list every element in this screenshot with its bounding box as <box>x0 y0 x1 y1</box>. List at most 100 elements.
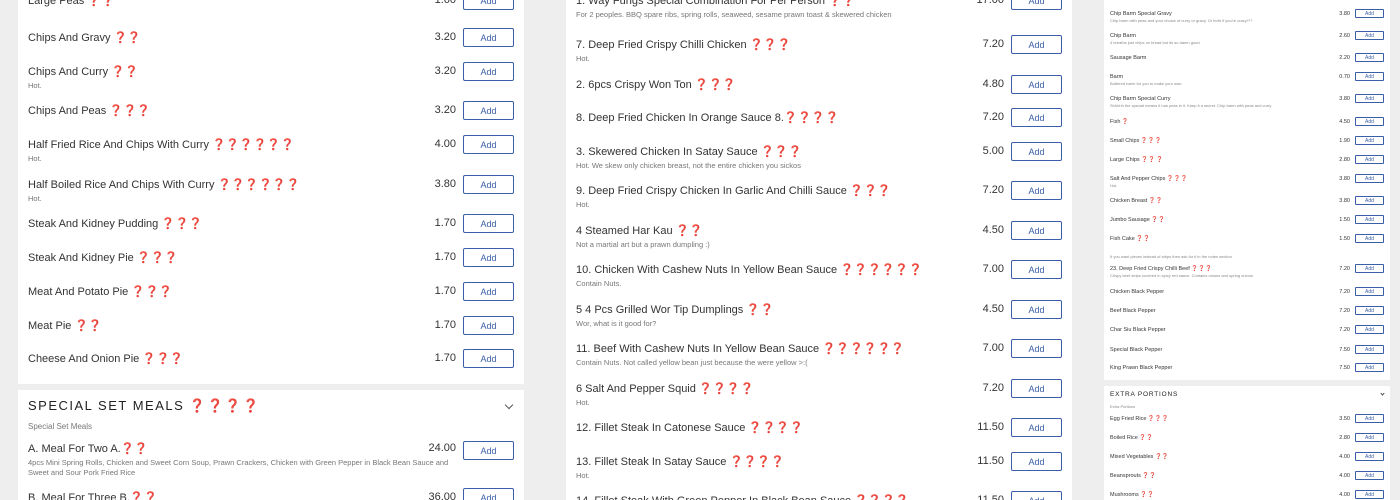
add-button[interactable]: Add <box>1355 306 1384 315</box>
add-button[interactable]: Add <box>1355 287 1384 296</box>
section-title[interactable]: EXTRA PORTIONS <box>1110 391 1178 398</box>
item-description: Contain Nuts. <box>576 279 622 288</box>
item-description: Hot. <box>1110 183 1118 188</box>
add-button[interactable]: Add <box>1355 345 1384 354</box>
item-price: 7.20 <box>982 111 1004 123</box>
add-button[interactable]: Add <box>1011 491 1062 500</box>
add-button[interactable]: Add <box>1011 142 1062 161</box>
item-price: 17.00 <box>976 0 1004 6</box>
menu-item: Chips And Gravy ❓❓ 3.20 Add <box>28 28 514 47</box>
item-price: 2.80 <box>1339 157 1350 163</box>
add-button[interactable]: Add <box>463 135 514 154</box>
item-price: 7.20 <box>1339 289 1350 295</box>
menu-item: Fish ❓ 4.50 Add <box>1110 117 1384 126</box>
menu-item: Sausage Barm 2.20 Add <box>1110 53 1384 62</box>
add-button[interactable]: Add <box>1355 471 1384 480</box>
add-button[interactable]: Add <box>1011 452 1062 471</box>
add-button[interactable]: Add <box>1355 136 1384 145</box>
add-button[interactable]: Add <box>463 28 514 47</box>
add-button[interactable]: Add <box>463 488 514 500</box>
menu-item: Mushrooms ❓❓ 4.00 Add <box>1110 490 1384 499</box>
add-button[interactable]: Add <box>1355 174 1384 183</box>
menu-item: Chips And Peas ❓❓❓ 3.20 Add <box>28 101 514 120</box>
add-button[interactable]: Add <box>1355 117 1384 126</box>
add-button[interactable]: Add <box>1355 72 1384 81</box>
add-button[interactable]: Add <box>1011 221 1062 240</box>
add-button[interactable]: Add <box>463 316 514 335</box>
menu-item: Chip Barm Special Curry Shhhhh the specia… <box>1110 94 1384 108</box>
add-button[interactable]: Add <box>463 282 514 301</box>
add-button[interactable]: Add <box>463 0 514 10</box>
add-button[interactable]: Add <box>1355 9 1384 18</box>
add-button[interactable]: Add <box>1011 418 1062 437</box>
menu-item: Chicken Black Pepper 7.20 Add <box>1110 287 1384 296</box>
add-button[interactable]: Add <box>1011 260 1062 279</box>
add-button[interactable]: Add <box>1011 108 1062 127</box>
add-button[interactable]: Add <box>1355 325 1384 334</box>
item-description: Hot. <box>28 154 42 163</box>
item-price: 3.80 <box>1339 11 1350 17</box>
add-button[interactable]: Add <box>1011 300 1062 319</box>
menu-item: Half Fried Rice And Chips With Curry ❓❓❓… <box>28 135 514 163</box>
add-button[interactable]: Add <box>1355 196 1384 205</box>
menu-panel-left: Large Peas ❓❓ 1.60 Add Chips And Gravy ❓❓ 3.… <box>18 0 524 384</box>
add-button[interactable]: Add <box>1355 490 1384 499</box>
item-price: 1.60 <box>434 0 456 6</box>
menu-item: Fish Cake ❓❓ 1.50 Add <box>1110 234 1384 243</box>
item-price: 7.20 <box>1339 327 1350 333</box>
section-divider <box>1104 380 1390 386</box>
item-description: Hot. <box>576 54 590 63</box>
add-button[interactable]: Add <box>1355 452 1384 461</box>
add-button[interactable]: Add <box>463 248 514 267</box>
menu-item: Mixed Vegetables ❓❓ 4.00 Add <box>1110 452 1384 461</box>
section-header-special-set-meals[interactable]: SPECIAL SET MEALS ❓❓❓❓ Special Set Meals <box>28 398 514 431</box>
item-price: 3.20 <box>434 31 456 43</box>
add-button[interactable]: Add <box>1011 379 1062 398</box>
add-button[interactable]: Add <box>1011 181 1062 200</box>
add-button[interactable]: Add <box>1355 363 1384 372</box>
add-button[interactable]: Add <box>1011 339 1062 358</box>
item-price: 1.70 <box>434 251 456 263</box>
item-price: 4.00 <box>1339 492 1350 498</box>
item-price: 2.60 <box>1339 33 1350 39</box>
item-price: 1.50 <box>1339 236 1350 242</box>
item-price: 7.00 <box>982 263 1004 275</box>
add-button[interactable]: Add <box>463 349 514 368</box>
menu-item: 1. Way Fungs Special Combination For Per… <box>576 0 1062 19</box>
menu-item: Char Siu Black Pepper 7.20 Add <box>1110 325 1384 334</box>
menu-item: A. Meal For Two A.❓❓ 4pcs Mini Spring Rol… <box>28 441 514 477</box>
chevron-down-icon[interactable] <box>1380 391 1385 396</box>
add-button[interactable]: Add <box>463 441 514 460</box>
add-button[interactable]: Add <box>1011 35 1062 54</box>
menu-item: Chip Barm Special Gravy Chip barm with pe… <box>1110 9 1384 23</box>
item-price: 3.80 <box>1339 96 1350 102</box>
menu-item: Chip Barm 4 breaths just chips on bread b… <box>1110 31 1384 45</box>
item-price: 3.80 <box>434 178 456 190</box>
item-price: 1.90 <box>1339 138 1350 144</box>
menu-item: Barm Buttered barm for you to make your o… <box>1110 72 1384 86</box>
add-button[interactable]: Add <box>463 175 514 194</box>
add-button[interactable]: Add <box>1355 264 1384 273</box>
add-button[interactable]: Add <box>1011 0 1062 10</box>
add-button[interactable]: Add <box>1355 433 1384 442</box>
add-button[interactable]: Add <box>1355 155 1384 164</box>
item-price: 7.20 <box>1339 266 1350 272</box>
menu-item: Beansprouts ❓❓ 4.00 Add <box>1110 471 1384 480</box>
item-price: 7.20 <box>982 184 1004 196</box>
add-button[interactable]: Add <box>1355 53 1384 62</box>
add-button[interactable]: Add <box>1355 414 1384 423</box>
add-button[interactable]: Add <box>463 214 514 233</box>
add-button[interactable]: Add <box>1355 215 1384 224</box>
menu-item: 5 4 Pcs Grilled Wor Tip Dumplings ❓❓ Wor,… <box>576 300 1062 328</box>
add-button[interactable]: Add <box>463 62 514 81</box>
menu-item: Steak And Kidney Pie ❓❓❓ 1.70 Add <box>28 248 514 267</box>
add-button[interactable]: Add <box>1355 94 1384 103</box>
menu-item: B. Meal For Three B.❓❓ 36.00 Add <box>28 488 514 500</box>
add-button[interactable]: Add <box>1355 234 1384 243</box>
add-button[interactable]: Add <box>1355 31 1384 40</box>
add-button[interactable]: Add <box>1011 75 1062 94</box>
menu-item: 23. Deep Fried Crispy Chilli Beef ❓❓❓ Cri… <box>1110 264 1384 278</box>
item-description: Sweet and Sour Pork Fried Rice <box>28 468 136 477</box>
add-button[interactable]: Add <box>463 101 514 120</box>
section-subtitle: Extra Portions <box>1110 404 1136 409</box>
